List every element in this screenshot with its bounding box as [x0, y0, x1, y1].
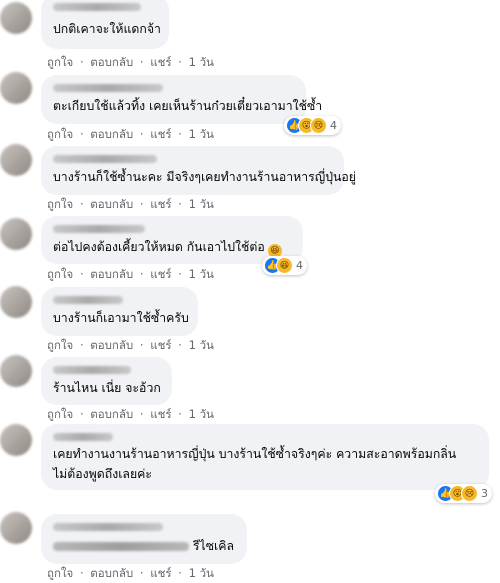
comment-bubble: บางร้านก็ใช้ซ้ำนะคะ มีจริงๆเคยทำงานร้านอ…: [41, 146, 356, 195]
comment-text: ปกติเคาจะให้แดกจ้า: [53, 22, 161, 36]
comment-text: ต่อไปคงต้องเคี้ยวให้หมด กันเอาไปใช้ต่อ 😆: [53, 237, 282, 258]
commenter-name[interactable]: [53, 433, 113, 441]
comment-actions: ถูกใจ · ตอบกลับ · แชร์ · 1 วัน: [47, 407, 214, 421]
reply-button[interactable]: ตอบกลับ: [90, 338, 133, 352]
share-button[interactable]: แชร์: [150, 55, 171, 69]
commenter-name[interactable]: [53, 296, 123, 304]
reaction-summary[interactable]: 👍 😮 😢 4: [284, 116, 341, 135]
comment-bubble: รีไซเคิล: [41, 514, 247, 564]
share-button[interactable]: แชร์: [150, 407, 171, 421]
comment-text-line2: ไม่ต้องพูดถึงเลยค่ะ: [53, 467, 152, 481]
haha-icon: 😆: [276, 257, 293, 274]
comment-text-line1: เคยทำงานงานร้านอาหารญี่ปุ่น บางร้านใช้ซ้…: [53, 447, 457, 461]
reaction-summary[interactable]: 👍 😮 😢 3: [435, 484, 492, 503]
timestamp[interactable]: 1 วัน: [189, 407, 214, 421]
sad-icon: 😢: [310, 117, 327, 134]
timestamp[interactable]: 1 วัน: [189, 127, 214, 141]
comment-bubble: เคยทำงานงานร้านอาหารญี่ปุ่น บางร้านใช้ซ้…: [41, 424, 489, 490]
avatar[interactable]: [0, 144, 32, 176]
like-button[interactable]: ถูกใจ: [47, 566, 73, 580]
reply-button[interactable]: ตอบกลับ: [90, 407, 133, 421]
blurred-text: [53, 542, 189, 551]
comment-text: ร้านไหน เนี่ย จะอ้วก: [53, 381, 161, 395]
share-button[interactable]: แชร์: [150, 127, 171, 141]
timestamp[interactable]: 1 วัน: [189, 566, 214, 580]
timestamp[interactable]: 1 วัน: [189, 197, 214, 211]
avatar[interactable]: [0, 512, 32, 544]
avatar[interactable]: [0, 355, 32, 387]
comment-actions: ถูกใจ · ตอบกลับ · แชร์ · 1 วัน: [47, 566, 214, 580]
comment-text-body: รีไซเคิล: [192, 539, 235, 553]
reply-button[interactable]: ตอบกลับ: [90, 197, 133, 211]
share-button[interactable]: แชร์: [150, 566, 171, 580]
avatar[interactable]: [0, 2, 32, 34]
comment-bubble: ร้านไหน เนี่ย จะอ้วก: [41, 357, 172, 405]
like-button[interactable]: ถูกใจ: [47, 407, 73, 421]
avatar[interactable]: [0, 218, 32, 250]
share-button[interactable]: แชร์: [150, 338, 171, 352]
like-button[interactable]: ถูกใจ: [47, 267, 73, 281]
timestamp[interactable]: 1 วัน: [189, 55, 214, 69]
share-button[interactable]: แชร์: [150, 267, 171, 281]
comment-actions: ถูกใจ · ตอบกลับ · แชร์ · 1 วัน: [47, 338, 214, 352]
commenter-name[interactable]: [53, 523, 163, 531]
comment-text: บางร้านก็เอามาใช้ซ้ำครับ: [53, 311, 189, 325]
comment-text-body: ต่อไปคงต้องเคี้ยวให้หมด กันเอาไปใช้ต่อ: [53, 240, 265, 254]
comment-actions: ถูกใจ · ตอบกลับ · แชร์ · 1 วัน: [47, 197, 214, 211]
reply-button[interactable]: ตอบกลับ: [90, 127, 133, 141]
avatar[interactable]: [0, 72, 32, 104]
avatar[interactable]: [0, 424, 32, 456]
comment-actions: ถูกใจ · ตอบกลับ · แชร์ · 1 วัน: [47, 267, 214, 281]
commenter-name[interactable]: [53, 84, 163, 92]
commenter-name[interactable]: [53, 155, 157, 163]
reply-button[interactable]: ตอบกลับ: [90, 566, 133, 580]
timestamp[interactable]: 1 วัน: [189, 338, 214, 352]
comment-bubble: บางร้านก็เอามาใช้ซ้ำครับ: [41, 287, 198, 336]
reply-button[interactable]: ตอบกลับ: [90, 267, 133, 281]
like-button[interactable]: ถูกใจ: [47, 55, 73, 69]
sad-icon: 😢: [461, 485, 478, 502]
avatar[interactable]: [0, 286, 32, 318]
comment-actions: ถูกใจ · ตอบกลับ · แชร์ · 1 วัน: [47, 127, 214, 141]
comment-text: ตะเกียบใช้แล้วทิ้ง เคยเห็นร้านก๋วยเตี๋ยว…: [53, 99, 323, 113]
like-button[interactable]: ถูกใจ: [47, 197, 73, 211]
reaction-count: 4: [330, 119, 337, 132]
comment-text: รีไซเคิล: [53, 536, 234, 557]
comment-actions: ถูกใจ · ตอบกลับ · แชร์ · 1 วัน: [47, 55, 214, 69]
reply-button[interactable]: ตอบกลับ: [90, 55, 133, 69]
timestamp[interactable]: 1 วัน: [189, 267, 214, 281]
reaction-summary[interactable]: 👍 😆 4: [262, 256, 307, 275]
share-button[interactable]: แชร์: [150, 197, 171, 211]
commenter-name[interactable]: [53, 366, 131, 374]
like-button[interactable]: ถูกใจ: [47, 127, 73, 141]
commenter-name[interactable]: [53, 3, 141, 11]
like-button[interactable]: ถูกใจ: [47, 338, 73, 352]
comment-bubble: ตะเกียบใช้แล้วทิ้ง เคยเห็นร้านก๋วยเตี๋ยว…: [41, 75, 322, 124]
comment-bubble: ปกติเคาจะให้แดกจ้า: [41, 0, 169, 49]
comment-bubble: ต่อไปคงต้องเคี้ยวให้หมด กันเอาไปใช้ต่อ 😆: [41, 216, 303, 264]
comment-text: บางร้านก็ใช้ซ้ำนะคะ มีจริงๆเคยทำงานร้านอ…: [53, 170, 357, 184]
reaction-count: 4: [296, 259, 303, 272]
reaction-count: 3: [481, 487, 488, 500]
commenter-name[interactable]: [53, 225, 145, 233]
